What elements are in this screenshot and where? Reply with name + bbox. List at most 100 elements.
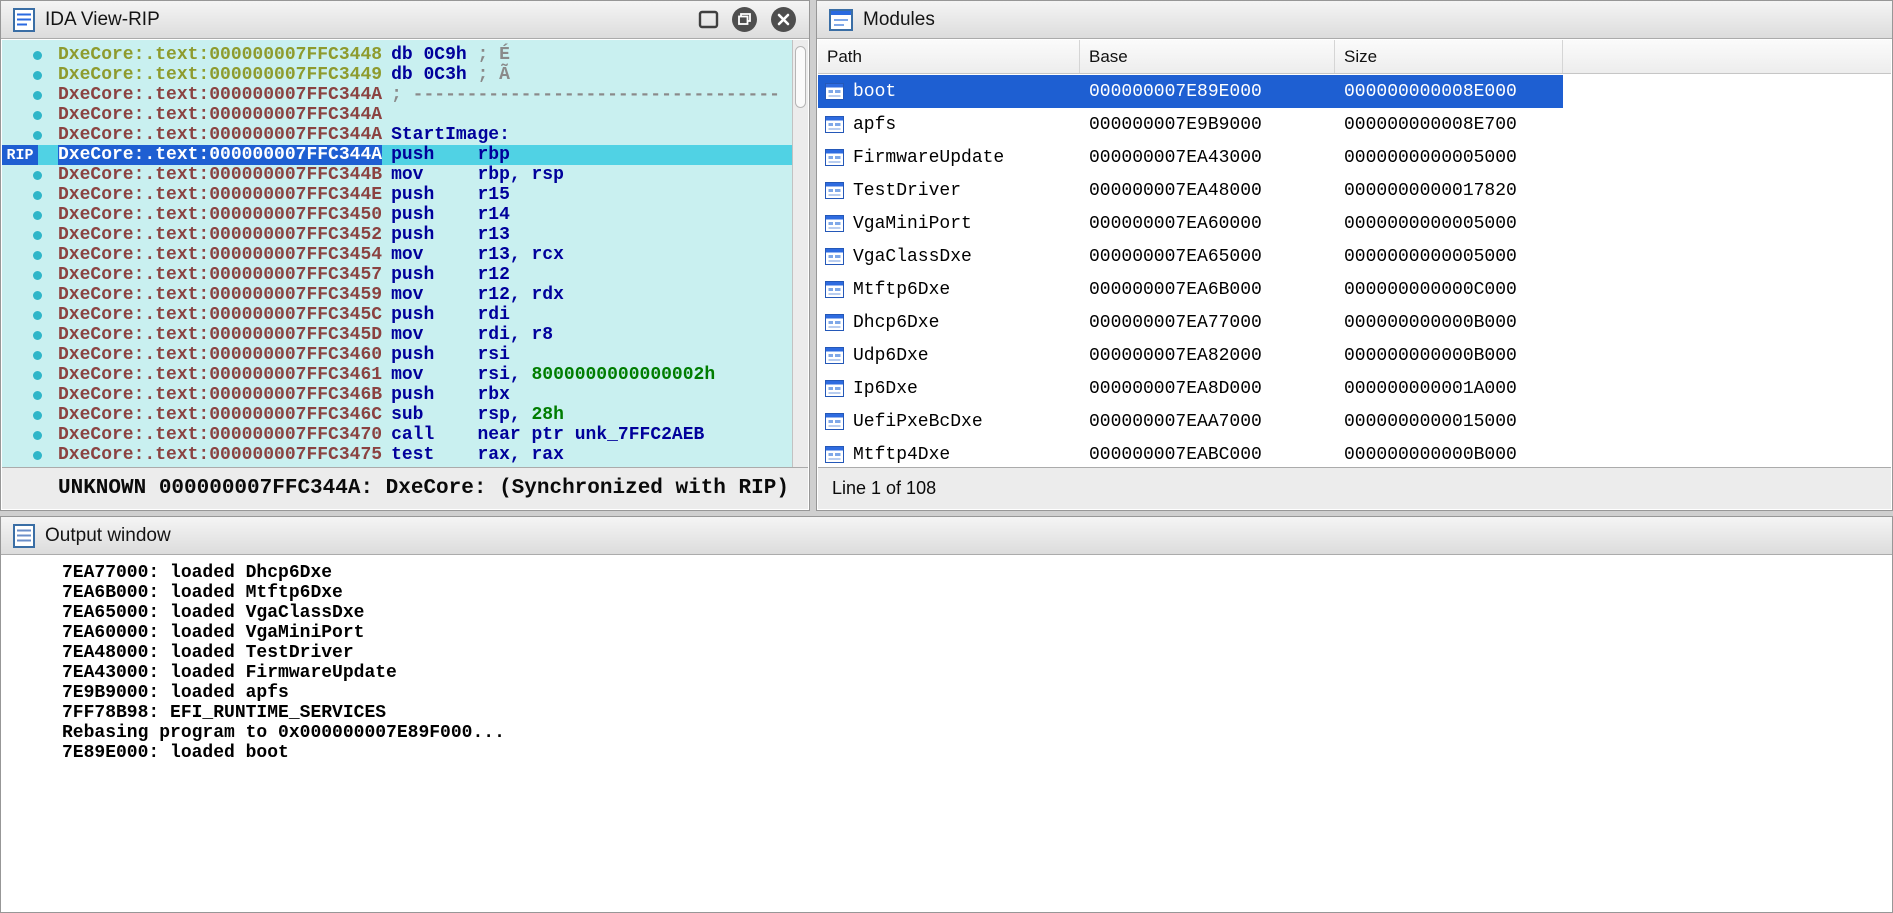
disasm-line[interactable]: DxeCore:.text:000000007FFC3475test rax, … [2, 445, 792, 465]
disasm-line[interactable]: DxeCore:.text:000000007FFC3449db 0C3h ; … [2, 65, 792, 85]
line-address: DxeCore:.text:000000007FFC346C [58, 405, 382, 425]
module-row[interactable]: Mtftp6Dxe000000007EA6B000000000000000C00… [818, 273, 1563, 306]
disasm-line[interactable]: DxeCore:.text:000000007FFC3452push r13 [2, 225, 792, 245]
breakpoint-gutter[interactable] [2, 445, 58, 465]
ida-view-titlebar[interactable]: IDA View-RIP [1, 1, 809, 39]
disasm-line[interactable]: DxeCore:.text:000000007FFC344A; --------… [2, 85, 792, 105]
breakpoint-gutter[interactable] [2, 285, 58, 305]
disasm-line[interactable]: DxeCore:.text:000000007FFC344Bmov rbp, r… [2, 165, 792, 185]
disasm-line[interactable]: RIPDxeCore:.text:000000007FFC344Apush rb… [2, 145, 792, 165]
disasm-line[interactable]: DxeCore:.text:000000007FFC346Bpush rbx [2, 385, 792, 405]
line-marker-dot [33, 91, 42, 100]
module-row[interactable]: Dhcp6Dxe000000007EA77000000000000000B000 [818, 306, 1563, 339]
module-path-cell: boot [818, 82, 1080, 102]
maximize-button[interactable] [698, 10, 719, 29]
module-icon [825, 149, 844, 166]
breakpoint-gutter[interactable] [2, 225, 58, 245]
disasm-line[interactable]: DxeCore:.text:000000007FFC346Csub rsp, 2… [2, 405, 792, 425]
line-address: DxeCore:.text:000000007FFC3460 [58, 345, 382, 365]
output-titlebar[interactable]: Output window [1, 517, 1892, 555]
module-row[interactable]: TestDriver000000007EA4800000000000000178… [818, 174, 1563, 207]
line-marker-dot [33, 371, 42, 380]
breakpoint-gutter[interactable] [2, 265, 58, 285]
line-marker-dot [33, 71, 42, 80]
module-path: Ip6Dxe [853, 379, 918, 399]
disasm-line[interactable]: DxeCore:.text:000000007FFC3457push r12 [2, 265, 792, 285]
disasm-line[interactable]: DxeCore:.text:000000007FFC3459mov r12, r… [2, 285, 792, 305]
breakpoint-gutter[interactable] [2, 305, 58, 325]
breakpoint-gutter[interactable]: RIP [2, 145, 58, 165]
code-token: r15 [434, 185, 510, 205]
code-token: rsi [434, 345, 510, 365]
module-base: 000000007EA6B000 [1080, 280, 1335, 300]
breakpoint-gutter[interactable] [2, 125, 58, 145]
disasm-line[interactable]: DxeCore:.text:000000007FFC3448db 0C9h ; … [2, 45, 792, 65]
module-row[interactable]: apfs000000007E9B9000000000000008E700 [818, 108, 1563, 141]
breakpoint-gutter[interactable] [2, 345, 58, 365]
breakpoint-gutter[interactable] [2, 85, 58, 105]
output-line: 7EA6B000: loaded Mtftp6Dxe [62, 583, 1891, 603]
line-code: push rbp [391, 145, 510, 165]
module-row[interactable]: UefiPxeBcDxe000000007EAA7000000000000001… [818, 405, 1563, 438]
breakpoint-gutter[interactable] [2, 45, 58, 65]
code-token: ; É [467, 45, 510, 65]
code-token: ; Ã [467, 65, 510, 85]
disassembly-listing[interactable]: DxeCore:.text:000000007FFC3448db 0C9h ; … [2, 40, 792, 467]
breakpoint-gutter[interactable] [2, 185, 58, 205]
disasm-line[interactable]: DxeCore:.text:000000007FFC344AStartImage… [2, 125, 792, 145]
module-row[interactable]: Ip6Dxe000000007EA8D000000000000001A000 [818, 372, 1563, 405]
line-marker-dot [33, 331, 42, 340]
disasm-line[interactable]: DxeCore:.text:000000007FFC344A [2, 105, 792, 125]
module-base: 000000007EA77000 [1080, 313, 1335, 333]
module-size: 0000000000005000 [1335, 247, 1563, 267]
module-size: 0000000000005000 [1335, 148, 1563, 168]
disasm-line[interactable]: DxeCore:.text:000000007FFC3454mov r13, r… [2, 245, 792, 265]
breakpoint-gutter[interactable] [2, 165, 58, 185]
disasm-line[interactable]: DxeCore:.text:000000007FFC3450push r14 [2, 205, 792, 225]
module-row[interactable]: boot000000007E89E000000000000008E000 [818, 75, 1563, 108]
module-row[interactable]: VgaMiniPort000000007EA600000000000000005… [818, 207, 1563, 240]
breakpoint-gutter[interactable] [2, 365, 58, 385]
breakpoint-gutter[interactable] [2, 65, 58, 85]
restore-button[interactable] [731, 6, 758, 33]
code-token: r12, rdx [423, 285, 563, 305]
modules-table[interactable]: boot000000007E89E000000000000008E000apfs… [818, 75, 1891, 467]
module-path-cell: Ip6Dxe [818, 379, 1080, 399]
breakpoint-gutter[interactable] [2, 205, 58, 225]
column-header-path[interactable]: Path [818, 40, 1080, 73]
modules-titlebar[interactable]: Modules [817, 1, 1892, 39]
disasm-line[interactable]: DxeCore:.text:000000007FFC3470call near … [2, 425, 792, 445]
module-path: UefiPxeBcDxe [853, 412, 983, 432]
scrollbar-thumb[interactable] [795, 46, 806, 108]
modules-table-header: Path Base Size [818, 40, 1891, 74]
line-marker-dot [33, 271, 42, 280]
column-header-base[interactable]: Base [1080, 40, 1335, 73]
code-token: rsp, [423, 405, 531, 425]
rip-badge: RIP [2, 145, 38, 165]
module-path-cell: Dhcp6Dxe [818, 313, 1080, 333]
breakpoint-gutter[interactable] [2, 245, 58, 265]
line-marker-dot [33, 411, 42, 420]
breakpoint-gutter[interactable] [2, 325, 58, 345]
disasm-line[interactable]: DxeCore:.text:000000007FFC345Cpush rdi [2, 305, 792, 325]
breakpoint-gutter[interactable] [2, 425, 58, 445]
module-row[interactable]: FirmwareUpdate000000007EA430000000000000… [818, 141, 1563, 174]
module-path: VgaMiniPort [853, 214, 972, 234]
breakpoint-gutter[interactable] [2, 105, 58, 125]
module-row[interactable]: VgaClassDxe000000007EA650000000000000005… [818, 240, 1563, 273]
breakpoint-gutter[interactable] [2, 405, 58, 425]
line-address: DxeCore:.text:000000007FFC345C [58, 305, 382, 325]
column-header-size[interactable]: Size [1335, 40, 1563, 73]
code-token: r13 [434, 225, 510, 245]
module-row[interactable]: Udp6Dxe000000007EA82000000000000000B000 [818, 339, 1563, 372]
module-row[interactable]: Mtftp4Dxe000000007EABC000000000000000B00… [818, 438, 1563, 467]
ida-view-scrollbar[interactable] [792, 40, 808, 467]
close-button[interactable] [770, 6, 797, 33]
breakpoint-gutter[interactable] [2, 385, 58, 405]
disasm-line[interactable]: DxeCore:.text:000000007FFC3461mov rsi, 8… [2, 365, 792, 385]
code-token: push [391, 145, 434, 165]
disasm-line[interactable]: DxeCore:.text:000000007FFC3460push rsi [2, 345, 792, 365]
disasm-line[interactable]: DxeCore:.text:000000007FFC344Epush r15 [2, 185, 792, 205]
module-path-cell: apfs [818, 115, 1080, 135]
disasm-line[interactable]: DxeCore:.text:000000007FFC345Dmov rdi, r… [2, 325, 792, 345]
